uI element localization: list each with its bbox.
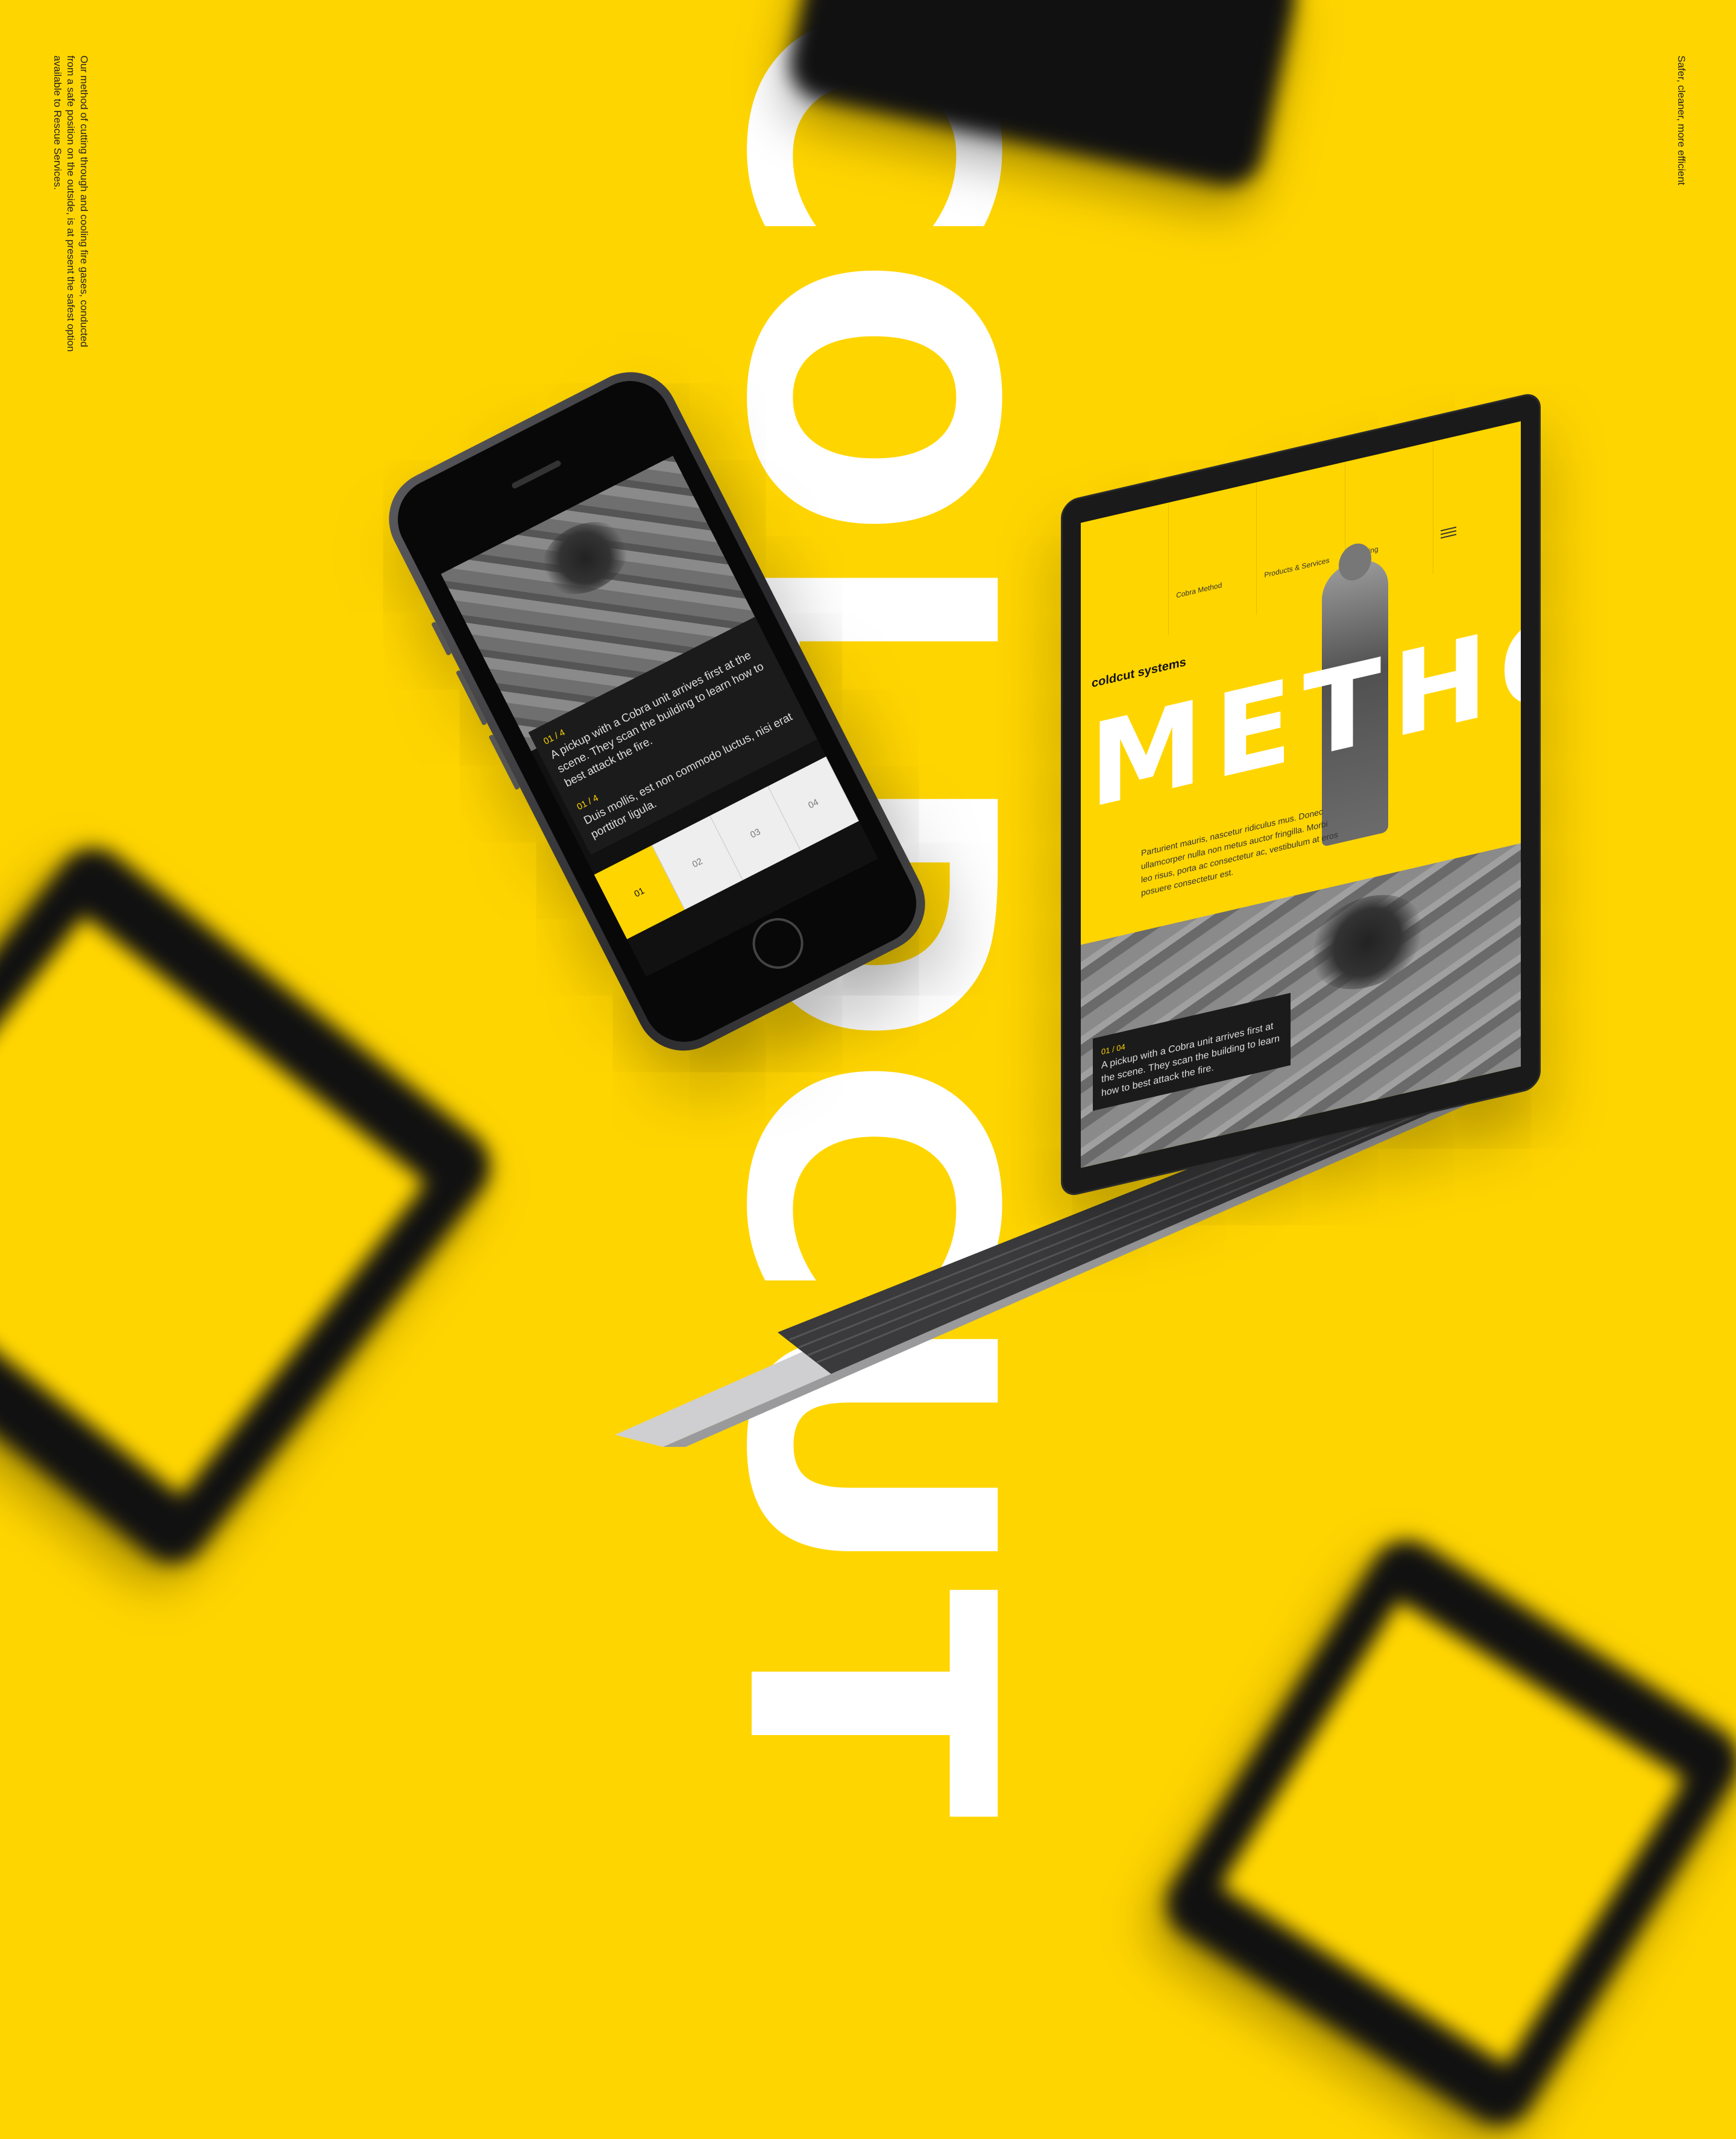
side-caption-left: Our method of cutting through and coolin… [52,55,90,352]
laptop-screen: Cobra Method Products & Services Trainin… [1061,391,1541,1199]
blurred-phone-left [0,833,505,1578]
smoke-plume [529,508,641,608]
nav-cobra-method[interactable]: Cobra Method [1168,482,1257,635]
blurred-phone-bottom-right [1152,1526,1736,2139]
smoke-plume-laptop [1310,883,1424,1001]
laptop-display: Cobra Method Products & Services Trainin… [1081,421,1521,1168]
side-caption-right: Safer, cleaner, more efficient [1676,55,1687,186]
phone-speaker [511,459,562,490]
nav-menu[interactable] [1432,421,1521,575]
